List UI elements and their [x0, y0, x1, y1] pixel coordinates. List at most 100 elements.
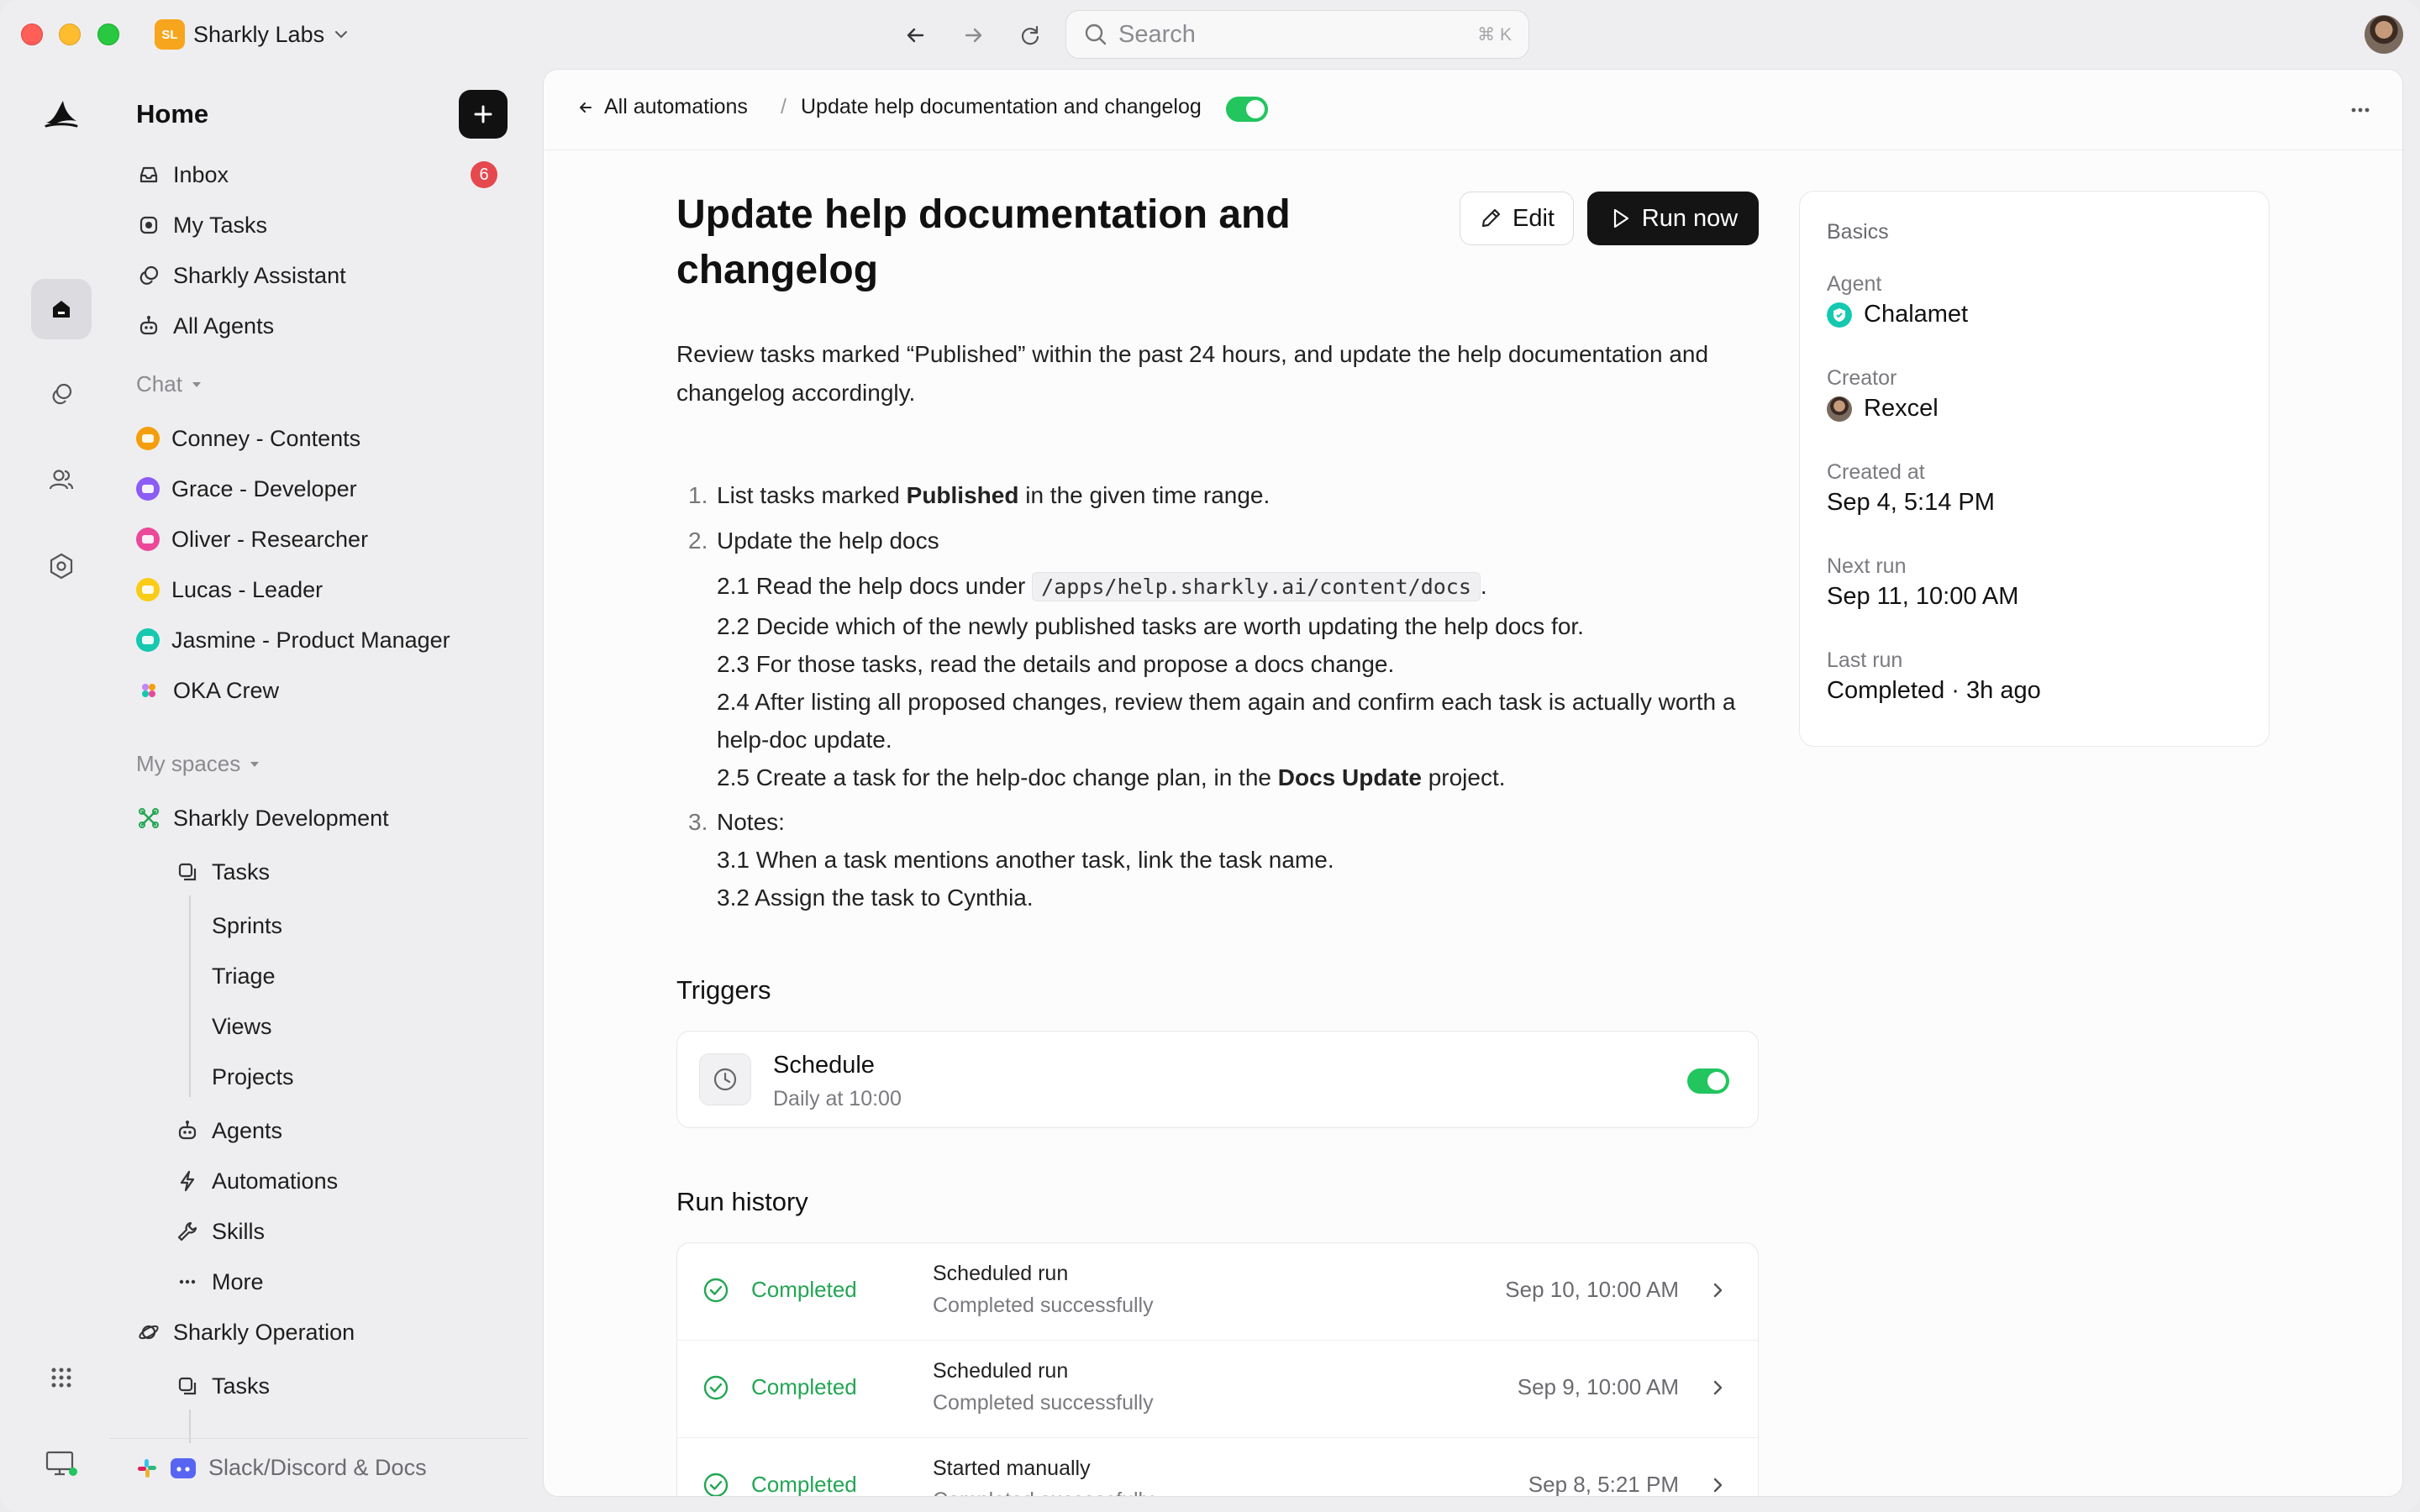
space-item-skills[interactable]: Skills — [175, 1210, 265, 1253]
task-child-label: Triage — [212, 963, 276, 989]
sidebar-item-label: Inbox — [173, 161, 229, 187]
chat-item-oliver[interactable]: Oliver - Researcher — [136, 517, 368, 561]
spaces-section-toggle[interactable]: My spaces — [136, 751, 260, 777]
task-child-triage[interactable]: Triage — [212, 954, 276, 998]
triggers-heading: Triggers — [676, 975, 771, 1005]
trigger-card[interactable]: Schedule Daily at 10:00 — [676, 1031, 1759, 1128]
space-item-automations[interactable]: Automations — [175, 1159, 338, 1203]
space-item-agents[interactable]: Agents — [175, 1109, 282, 1152]
chat-item-lucas[interactable]: Lucas - Leader — [136, 568, 323, 612]
space-sharkly-operation[interactable]: Sharkly Operation — [136, 1310, 355, 1354]
next-run-value: Sep 11, 10:00 AM — [1827, 583, 2019, 610]
forward-nav-button[interactable] — [956, 18, 990, 52]
instruction-substep: 3.2 Assign the task to Cynthia. — [717, 885, 1034, 911]
back-nav-button[interactable] — [899, 18, 933, 52]
sidebar-item-inbox[interactable]: Inbox — [136, 153, 229, 197]
run-now-button[interactable]: Run now — [1587, 192, 1759, 245]
user-avatar[interactable] — [2365, 15, 2403, 54]
breadcrumb-current: Update help documentation and changelog — [801, 95, 1202, 118]
automation-title: Update help documentation and changelog — [676, 192, 1291, 292]
chat-item-oka-crew[interactable]: OKA Crew — [136, 669, 279, 712]
hexagon-settings-icon — [50, 553, 73, 580]
basics-card: Basics Agent Chalamet Creator Rexcel Cre… — [1799, 191, 2270, 747]
created-value: Sep 4, 5:14 PM — [1827, 489, 1995, 516]
sidebar-item-label: My Tasks — [173, 212, 268, 238]
run-history-row[interactable]: Completed Scheduled run Completed succes… — [677, 1341, 1758, 1438]
chevron-down-icon — [335, 31, 348, 39]
reload-button[interactable] — [1013, 18, 1047, 52]
breadcrumb-back-label: All automations — [604, 95, 748, 118]
chat-item-conney[interactable]: Conney - Contents — [136, 417, 360, 460]
settings-rail-button[interactable] — [31, 536, 92, 596]
desktop-status-button[interactable] — [31, 1433, 92, 1494]
agent-label: Agent — [1827, 272, 1882, 296]
chat-item-grace[interactable]: Grace - Developer — [136, 467, 357, 511]
close-window-button[interactable] — [21, 24, 43, 45]
instruction-step: 1. List tasks marked Published in the gi… — [676, 476, 1769, 514]
step-text: 2.1 Read the help docs under — [717, 573, 1033, 599]
task-child-sprints[interactable]: Sprints — [212, 904, 282, 948]
space-sharkly-development[interactable]: Sharkly Development — [136, 796, 389, 840]
space-dev-icon — [136, 806, 161, 831]
run-history-heading: Run history — [676, 1187, 808, 1216]
run-result: Completed successfully — [933, 1391, 1154, 1415]
task-child-projects[interactable]: Projects — [212, 1055, 294, 1099]
chat-item-label: Lucas - Leader — [171, 576, 324, 602]
minimize-window-button[interactable] — [59, 24, 81, 45]
space-item-label: Automations — [212, 1168, 339, 1194]
space-item-tasks[interactable]: Tasks — [175, 850, 270, 894]
sidebar: Home Inbox 6 My Tasks Sharkly Assistant … — [109, 69, 528, 1497]
chat-item-jasmine[interactable]: Jasmine - Product Manager — [136, 618, 450, 662]
chat-section-toggle[interactable]: Chat — [136, 371, 203, 397]
sidebar-item-my-tasks[interactable]: My Tasks — [136, 203, 267, 247]
docs-path-code: /apps/help.sharkly.ai/content/docs — [1032, 572, 1481, 601]
home-rail-button[interactable] — [31, 279, 92, 339]
breadcrumb-back-link[interactable]: All automations — [577, 95, 748, 119]
search-input[interactable]: Search ⌘ K — [1065, 10, 1529, 59]
workspace-logo: SL — [155, 19, 185, 50]
run-status: Completed — [751, 1472, 857, 1497]
agent-value[interactable]: Chalamet — [1827, 301, 1968, 328]
creator-value[interactable]: Rexcel — [1827, 395, 1939, 423]
space-item-more[interactable]: More — [175, 1260, 264, 1304]
run-title: Started manually — [933, 1457, 1091, 1480]
trigger-enabled-toggle[interactable] — [1687, 1068, 1729, 1094]
sidebar-item-assistant[interactable]: Sharkly Assistant — [136, 254, 346, 297]
clock-icon — [699, 1053, 751, 1105]
run-result: Completed successfully — [933, 1488, 1154, 1496]
more-options-button[interactable] — [2349, 98, 2372, 128]
space-label: Sharkly Development — [173, 805, 389, 831]
space-item-label: Tasks — [212, 1373, 271, 1399]
sidebar-item-all-agents[interactable]: All Agents — [136, 304, 274, 348]
discord-icon — [171, 1457, 196, 1478]
instruction-substep: 2.1 Read the help docs under /apps/help.… — [676, 566, 1769, 607]
step-text: . — [1480, 573, 1487, 599]
pencil-icon — [1481, 208, 1501, 228]
section-label: Chat — [136, 371, 182, 396]
people-rail-button[interactable] — [31, 450, 92, 511]
search-placeholder: Search — [1118, 20, 1196, 48]
zoom-window-button[interactable] — [97, 24, 119, 45]
step-text: Update the help docs — [717, 528, 939, 554]
home-icon — [53, 301, 70, 318]
apps-grid-button[interactable] — [31, 1347, 92, 1408]
robot-icon — [136, 313, 161, 339]
detail-topbar: All automations / Update help documentat… — [544, 70, 2402, 150]
instruction-step: 3. Notes: — [676, 803, 1769, 841]
creator-label: Creator — [1827, 366, 1897, 390]
last-run-label: Last run — [1827, 648, 1903, 672]
automation-instructions: 1. List tasks marked Published in the gi… — [676, 476, 1769, 916]
workspace-switcher[interactable]: SL Sharkly Labs — [155, 18, 350, 50]
chat-rail-button[interactable] — [31, 365, 92, 425]
automation-enabled-toggle[interactable] — [1226, 97, 1268, 122]
task-child-views[interactable]: Views — [212, 1005, 272, 1048]
shark-logo-icon[interactable] — [31, 84, 92, 144]
run-history-row[interactable]: Completed Scheduled run Completed succes… — [677, 1243, 1758, 1341]
integrations-footer[interactable]: Slack/Discord & Docs — [109, 1438, 528, 1497]
ops-item-tasks[interactable]: Tasks — [175, 1364, 270, 1408]
edit-button[interactable]: Edit — [1460, 192, 1574, 245]
section-label: My spaces — [136, 751, 241, 776]
workspace-name: Sharkly Labs — [193, 21, 325, 47]
run-history-row[interactable]: Completed Started manually Completed suc… — [677, 1438, 1758, 1497]
new-item-button[interactable] — [459, 90, 508, 139]
